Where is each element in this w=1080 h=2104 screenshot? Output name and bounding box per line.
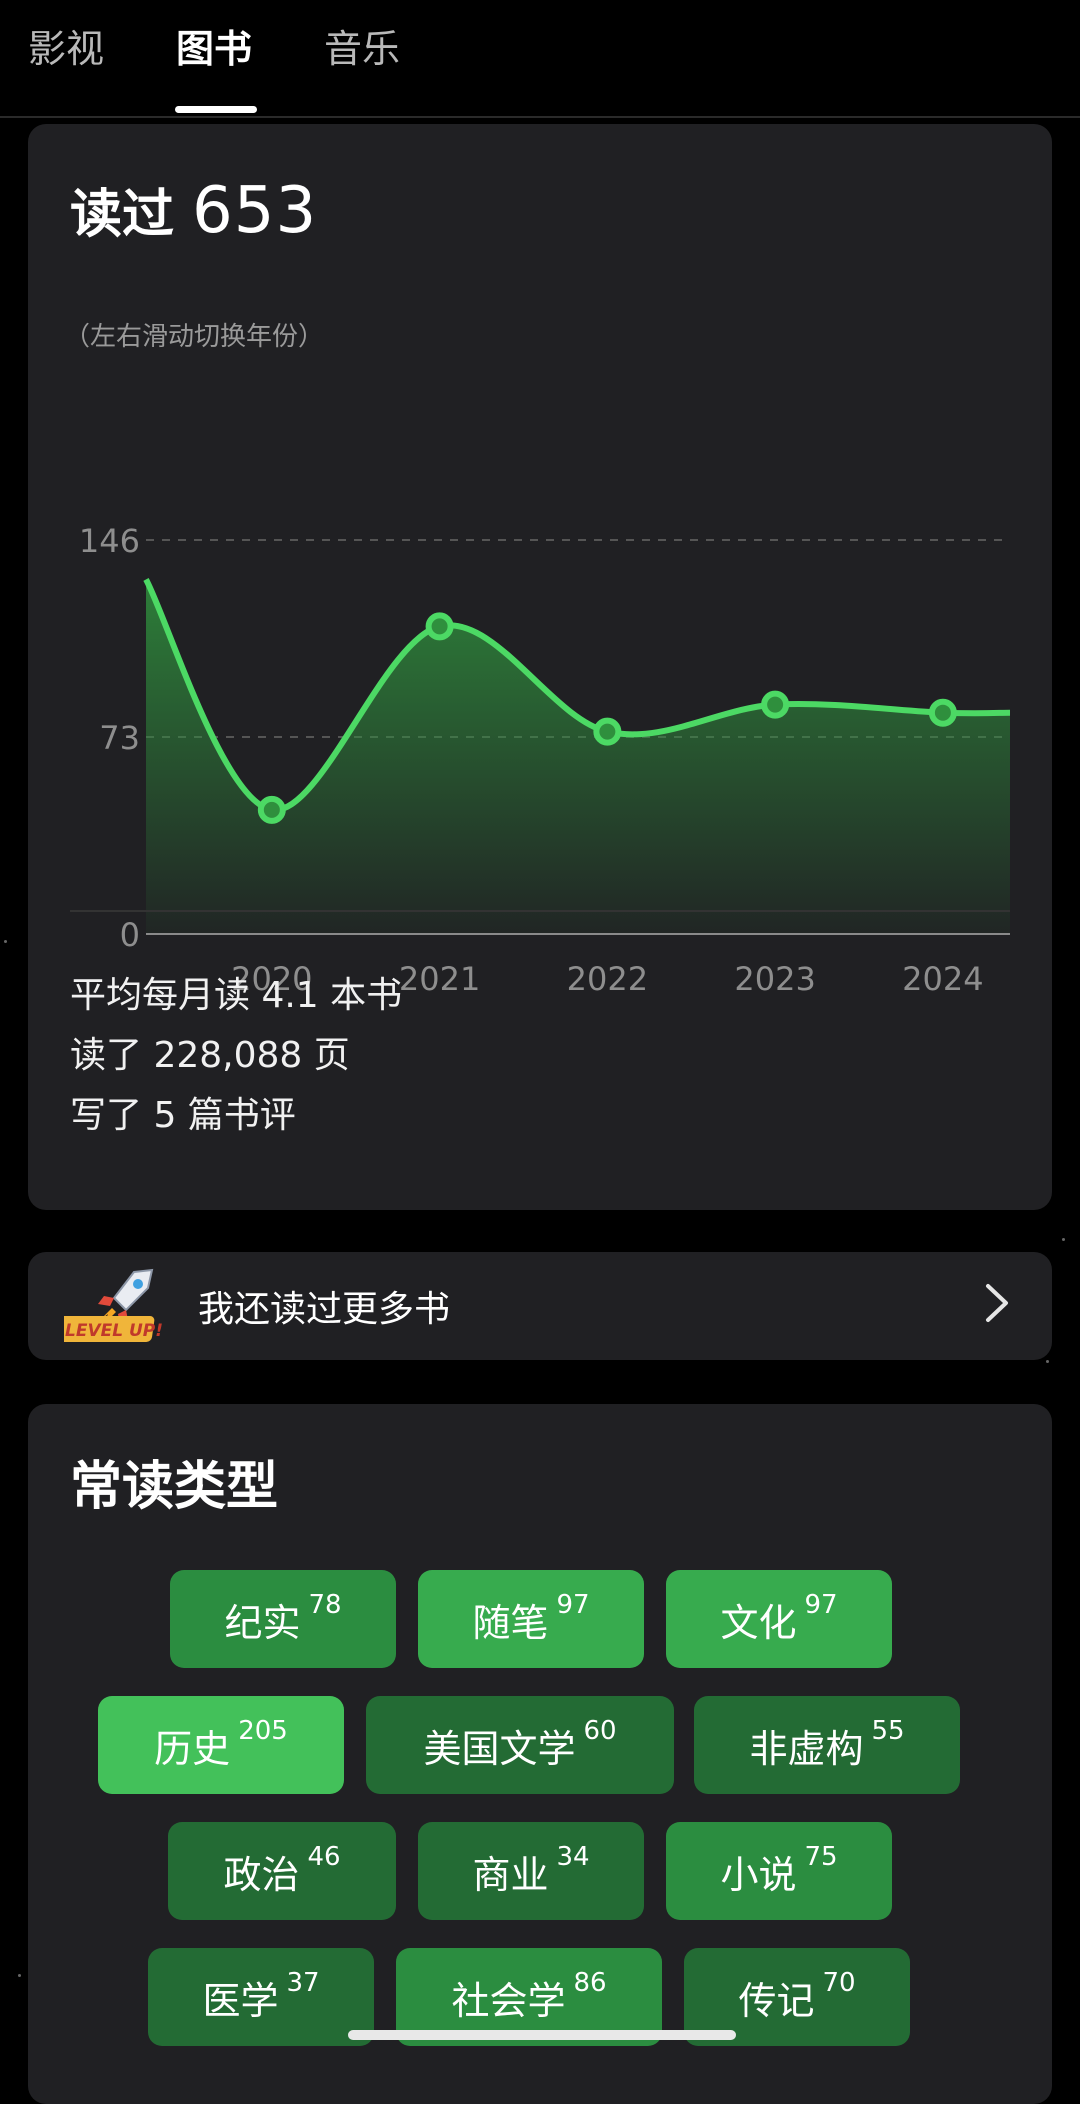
chart-point-2022[interactable]: [593, 717, 622, 746]
genre-count: 46: [307, 1842, 341, 1872]
background-speck: [4, 940, 7, 943]
genre-chip-zhengzhi[interactable]: 政治 46: [168, 1822, 396, 1920]
monthly-average-stat: 平均每月读 4.1 本书: [70, 975, 403, 1016]
frequent-genres-card: 常读类型 纪实 78 随笔 97 文化 97 历史 205 美国文学 60 非虚构 55 政…: [28, 1404, 1052, 2104]
stats-divider: [70, 910, 1010, 912]
genre-chip-meiguo-wenxue[interactable]: 美国文学 60: [366, 1696, 674, 1794]
read-label: 读过: [70, 185, 175, 245]
tab-movies[interactable]: 影视: [28, 18, 104, 73]
genre-count: 97: [804, 1590, 838, 1620]
genre-chip-suibi[interactable]: 随笔 97: [418, 1570, 644, 1668]
chart-area-fill: [146, 579, 1010, 934]
genre-count: 70: [822, 1968, 856, 1998]
genre-chip-wenhua[interactable]: 文化 97: [666, 1570, 892, 1668]
background-speck: [18, 1974, 21, 1977]
genre-name: 美国文学: [423, 1726, 576, 1771]
more-books-label: 我还读过更多书: [198, 1289, 451, 1330]
genre-name: 历史: [154, 1726, 231, 1771]
genre-count: 205: [238, 1716, 288, 1746]
genre-name: 商业: [472, 1852, 549, 1897]
chart-point-2021[interactable]: [425, 612, 454, 641]
background-speck: [1046, 1360, 1049, 1363]
swipe-hint: （左右滑动切换年份）: [64, 322, 325, 352]
home-indicator: [348, 2030, 736, 2040]
genre-name: 社会学: [451, 1978, 566, 2023]
genre-count: 37: [286, 1968, 320, 1998]
genre-chip-yixue[interactable]: 医学 37: [148, 1948, 374, 2046]
y-tick-label: 73: [99, 719, 140, 757]
genre-name: 随笔: [472, 1600, 549, 1645]
genre-name: 政治: [223, 1852, 300, 1897]
read-total: 653: [192, 174, 318, 248]
reviews-written-stat: 写了 5 篇书评: [70, 1095, 296, 1136]
active-tab-indicator: [175, 106, 257, 113]
tab-books[interactable]: 图书: [176, 18, 252, 73]
genre-count: 86: [573, 1968, 607, 1998]
genre-name: 文化: [720, 1600, 797, 1645]
genre-count: 97: [556, 1590, 590, 1620]
genre-count: 60: [583, 1716, 617, 1746]
genre-name: 医学: [202, 1978, 279, 2023]
x-tick-label: 2024: [902, 960, 983, 998]
genre-count: 55: [871, 1716, 905, 1746]
genre-chip-jishi[interactable]: 纪实 78: [170, 1570, 396, 1668]
top-tab-bar: 影视 图书 音乐: [0, 0, 1080, 118]
genre-chip-xiaoshuo[interactable]: 小说 75: [666, 1822, 892, 1920]
tab-music[interactable]: 音乐: [324, 18, 400, 73]
genre-chip-shangye[interactable]: 商业 34: [418, 1822, 644, 1920]
genre-count: 34: [556, 1842, 590, 1872]
x-tick-label: 2022: [567, 960, 648, 998]
x-tick-label: 2021: [399, 960, 480, 998]
genre-name: 小说: [720, 1852, 797, 1897]
chart-point-2024[interactable]: [928, 698, 957, 727]
chevron-right-icon: [986, 1284, 1008, 1322]
y-tick-label: 0: [120, 916, 140, 954]
reading-stats-card[interactable]: 读过 653 （左右滑动切换年份） 0 73 146 2020 2021 2022 202…: [28, 124, 1052, 1210]
level-up-badge-text: LEVEL UP!: [65, 1321, 163, 1341]
genre-name: 非虚构: [749, 1726, 864, 1771]
chart-point-2023[interactable]: [761, 690, 790, 719]
genre-chip-lishi[interactable]: 历史 205: [98, 1696, 344, 1794]
x-tick-label: 2023: [734, 960, 815, 998]
genre-count: 78: [308, 1590, 342, 1620]
background-speck: [1062, 1238, 1065, 1241]
more-books-row[interactable]: LEVEL UP! 我还读过更多书: [28, 1252, 1052, 1360]
genre-name: 纪实: [224, 1600, 301, 1645]
chart-point-2020[interactable]: [257, 795, 286, 824]
genres-title: 常读类型: [70, 1457, 279, 1517]
pages-read-stat: 读了 228,088 页: [70, 1035, 350, 1076]
books-read-headline: 读过 653: [70, 172, 317, 248]
genre-chip-feixugou[interactable]: 非虚构 55: [694, 1696, 960, 1794]
genre-count: 75: [804, 1842, 838, 1872]
books-per-year-chart[interactable]: 073146 2020 2021 2022 2023 2024: [28, 374, 1052, 1014]
genre-name: 传记: [738, 1978, 815, 2023]
rocket-level-up-icon: LEVEL UP!: [64, 1268, 163, 1342]
y-tick-label: 146: [79, 522, 140, 560]
